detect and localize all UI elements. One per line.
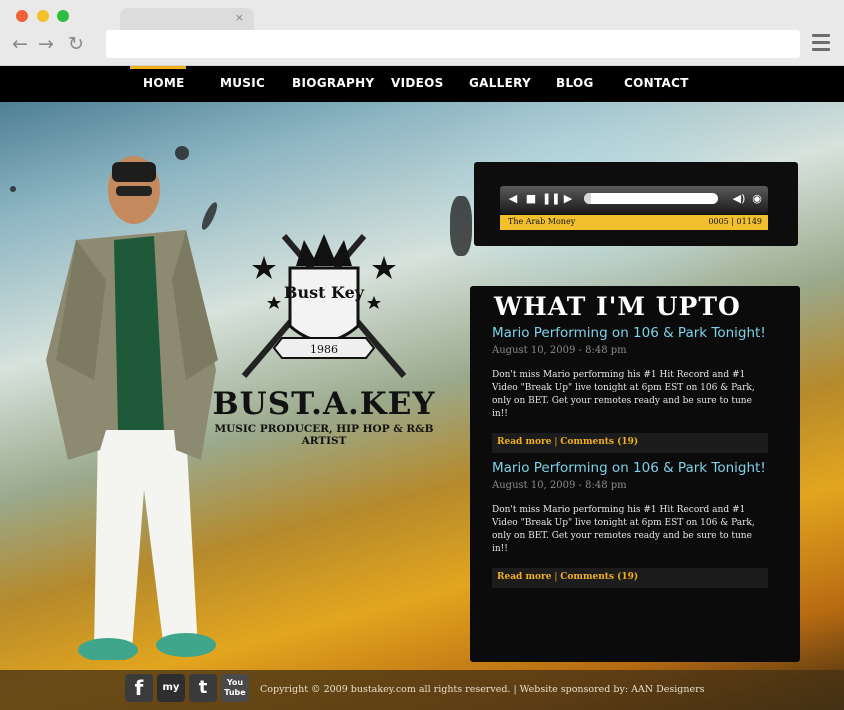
comments-link[interactable]: Comments (19)	[560, 437, 638, 447]
track-info-bar: The Arab Money 0005 | 01149	[500, 215, 768, 230]
address-bar[interactable]	[106, 30, 800, 58]
browser-tab[interactable]: ×	[120, 8, 254, 30]
post-links: Read more | Comments (19)	[492, 433, 768, 453]
copyright-text: Copyright © 2009 bustakey.com all rights…	[260, 684, 705, 695]
forward-arrow-icon[interactable]: →	[38, 34, 54, 54]
pause-icon[interactable]: ❚❚	[542, 190, 560, 208]
read-more-link[interactable]: Read more	[497, 437, 551, 447]
twitter-icon[interactable]: t	[189, 674, 217, 702]
post-title[interactable]: Mario Performing on 106 & Park Tonight!	[492, 460, 768, 477]
facebook-icon[interactable]: f	[125, 674, 153, 702]
logo-badge-year: 1986	[310, 343, 338, 356]
logo-subtitle: MUSIC PRODUCER, HIP HOP & R&B ARTIST	[214, 423, 434, 447]
myspace-icon[interactable]: my	[157, 674, 185, 702]
nav-music[interactable]: MUSIC	[220, 76, 265, 90]
paint-splat	[450, 196, 472, 256]
link-separator: |	[554, 572, 558, 582]
nav-home[interactable]: HOME	[130, 66, 186, 90]
browser-chrome: × ← → ↻	[0, 0, 844, 66]
main-nav: HOME MUSIC BIOGRAPHY VIDEOS GALLERY BLOG…	[0, 66, 844, 102]
back-arrow-icon[interactable]: ←	[12, 34, 28, 54]
rewind-icon[interactable]: ◀	[506, 190, 520, 208]
volume-icon[interactable]: ◀)	[732, 190, 746, 208]
logo[interactable]: Bust Key 1986 BUST.A.KEY MUSIC PRODUCER,…	[204, 226, 444, 447]
player-progress-bar[interactable]	[584, 193, 718, 204]
player-progress-fill	[584, 193, 591, 204]
site-page: HOME MUSIC BIOGRAPHY VIDEOS GALLERY BLOG…	[0, 66, 844, 710]
nav-biography[interactable]: BIOGRAPHY	[292, 76, 374, 90]
play-circle-icon[interactable]: ◉	[750, 190, 764, 208]
logo-emblem-icon: Bust Key 1986	[241, 234, 407, 378]
nav-gallery[interactable]: GALLERY	[469, 76, 531, 90]
post-body: Don't miss Mario performing his #1 Hit R…	[492, 370, 755, 419]
post-links: Read more | Comments (19)	[492, 568, 768, 588]
post-item: Mario Performing on 106 & Park Tonight! …	[492, 460, 768, 588]
nav-contact[interactable]: CONTACT	[624, 76, 689, 90]
paint-splat	[10, 186, 16, 192]
comments-link[interactable]: Comments (19)	[560, 572, 638, 582]
stop-icon[interactable]: ■	[524, 190, 538, 208]
post-date: August 10, 2009 - 8:48 pm	[492, 480, 627, 491]
post-date: August 10, 2009 - 8:48 pm	[492, 345, 627, 356]
logo-badge-text: Bust Key	[284, 283, 365, 302]
youtube-icon[interactable]: You Tube	[221, 674, 249, 702]
track-name: The Arab Money	[508, 217, 576, 226]
close-window-button[interactable]	[16, 10, 28, 22]
post-body: Don't miss Mario performing his #1 Hit R…	[492, 505, 755, 554]
post-item: Mario Performing on 106 & Park Tonight! …	[492, 325, 768, 453]
hamburger-menu-icon[interactable]	[812, 34, 830, 52]
track-time: 0005 | 01149	[708, 217, 762, 226]
reload-icon[interactable]: ↻	[68, 34, 84, 54]
maximize-window-button[interactable]	[57, 10, 69, 22]
nav-blog[interactable]: BLOG	[556, 76, 594, 90]
artist-photo	[46, 156, 218, 660]
read-more-link[interactable]: Read more	[497, 572, 551, 582]
panel-heading: WHAT I'M UPTO	[494, 292, 741, 321]
logo-title: BUST.A.KEY	[212, 386, 436, 422]
forward-icon[interactable]: ▶	[561, 190, 575, 208]
tab-close-icon[interactable]: ×	[235, 11, 244, 24]
link-separator: |	[554, 437, 558, 447]
post-title[interactable]: Mario Performing on 106 & Park Tonight!	[492, 325, 768, 342]
nav-videos[interactable]: VIDEOS	[391, 76, 444, 90]
minimize-window-button[interactable]	[37, 10, 49, 22]
